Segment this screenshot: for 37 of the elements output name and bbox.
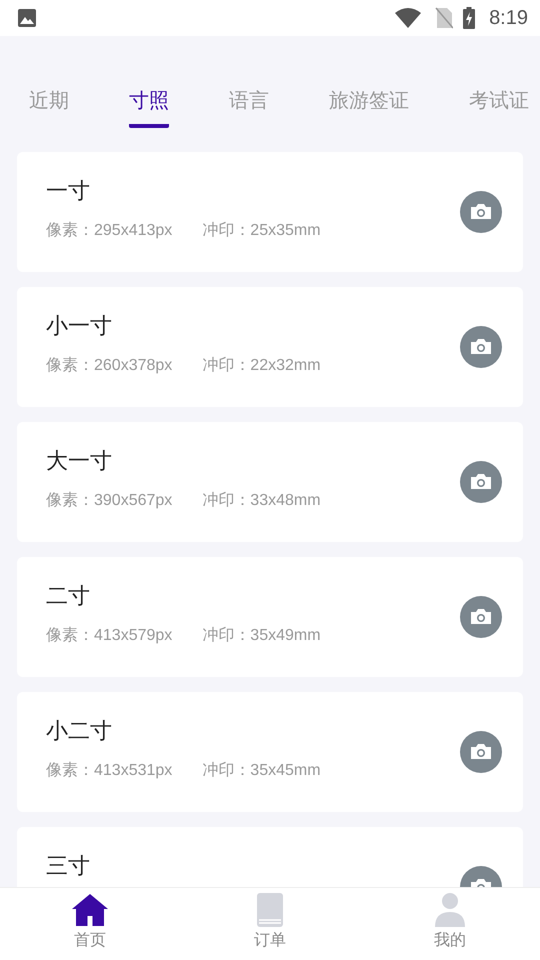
- size-title: 三寸: [46, 853, 91, 881]
- status-time: 8:19: [489, 6, 528, 30]
- nav-tab[interactable]: 订单: [180, 888, 360, 960]
- photo-size-card[interactable]: 大一寸 像素：390x567px 冲印：33x48mm: [17, 422, 523, 542]
- photo-size-card[interactable]: 三寸: [17, 827, 523, 887]
- size-title: 小一寸: [46, 313, 113, 341]
- size-title: 小二寸: [46, 718, 113, 746]
- print-size: 冲印：35x49mm: [202, 626, 321, 646]
- home-icon: [71, 892, 109, 928]
- battery-icon: [463, 7, 476, 29]
- print-size: 冲印：22x32mm: [202, 356, 321, 376]
- pixel-size: 像素：413x531px: [46, 760, 172, 781]
- nav-tab[interactable]: 首页: [0, 888, 180, 960]
- pixel-size: 像素：295x413px: [46, 220, 172, 241]
- image-icon: [17, 8, 37, 28]
- camera-icon[interactable]: [460, 191, 502, 233]
- pixel-size: 像素：413x579px: [46, 626, 172, 646]
- photo-size-card[interactable]: 小二寸 像素：413x531px 冲印：35x45mm: [17, 692, 523, 812]
- print-size: 冲印：25x35mm: [202, 220, 321, 241]
- nav-tab[interactable]: 我的: [360, 888, 540, 960]
- no-sim-icon: [435, 7, 454, 29]
- size-title: 一寸: [46, 178, 91, 206]
- camera-icon[interactable]: [460, 461, 502, 503]
- photo-size-card[interactable]: 一寸 像素：295x413px 冲印：25x35mm: [17, 152, 523, 272]
- photo-size-card[interactable]: 小一寸 像素：260x378px 冲印：22x32mm: [17, 287, 523, 407]
- print-size: 冲印：33x48mm: [202, 490, 321, 511]
- wifi-icon: [395, 8, 422, 28]
- camera-icon[interactable]: [460, 596, 502, 638]
- camera-icon[interactable]: [460, 731, 502, 773]
- pixel-size: 像素：260x378px: [46, 356, 172, 376]
- print-size: 冲印：35x45mm: [202, 760, 321, 781]
- size-title: 二寸: [46, 583, 91, 611]
- pixel-size: 像素：390x567px: [46, 490, 172, 511]
- photo-size-card[interactable]: 二寸 像素：413x579px 冲印：35x49mm: [17, 557, 523, 677]
- category-tab[interactable]: 寸照: [129, 87, 169, 128]
- size-title: 大一寸: [46, 448, 113, 476]
- camera-icon[interactable]: [460, 326, 502, 368]
